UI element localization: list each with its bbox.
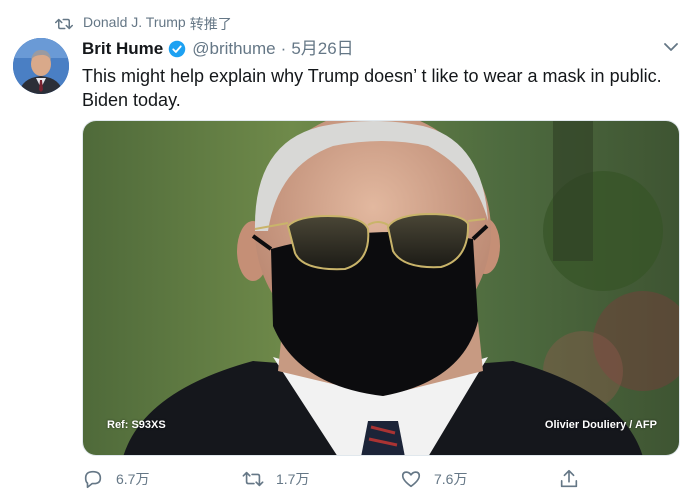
retweet-action-label: 转推了: [189, 16, 232, 32]
tweet-text: This might help explain why Trump doesn’…: [82, 66, 662, 110]
like-count: 7.6万: [434, 471, 468, 487]
author-handle[interactable]: @brithume: [192, 38, 275, 60]
author-display-name[interactable]: Brit Hume: [82, 38, 163, 60]
share-icon: [560, 469, 578, 488]
tweet-header: Brit Hume @brithume · 5月26日: [82, 38, 354, 60]
reply-count: 6.7万: [116, 471, 150, 487]
like-icon: [401, 471, 421, 488]
tweet-photo[interactable]: Ref: S93XS Olivier Douliery / AFP: [82, 120, 680, 456]
photo-ref-caption: Ref: S93XS: [107, 419, 166, 431]
tweet-actions: 6.7万 1.7万 7.6万: [82, 468, 602, 494]
share-button[interactable]: [558, 468, 592, 490]
retweet-icon: [242, 471, 264, 487]
reply-button[interactable]: 6.7万: [82, 468, 149, 490]
avatar[interactable]: [13, 38, 69, 94]
reply-icon: [84, 470, 102, 489]
verified-icon: [168, 40, 186, 58]
chevron-down-icon[interactable]: [664, 42, 678, 52]
photo-image: [83, 121, 679, 455]
tweet-card[interactable]: Donald J. Trump 转推了 Brit Hume @brithume …: [0, 0, 700, 503]
like-button[interactable]: 7.6万: [400, 468, 467, 490]
retweet-icon: [55, 18, 73, 30]
separator-dot: ·: [280, 39, 287, 58]
retweet-button[interactable]: 1.7万: [242, 468, 309, 490]
retweeter-name[interactable]: Donald J. Trump: [83, 14, 186, 34]
photo-credit-caption: Olivier Douliery / AFP: [544, 419, 657, 431]
retweet-context: Donald J. Trump 转推了: [55, 14, 232, 34]
retweet-count: 1.7万: [276, 471, 310, 487]
tweet-date[interactable]: 5月26日: [291, 38, 353, 60]
